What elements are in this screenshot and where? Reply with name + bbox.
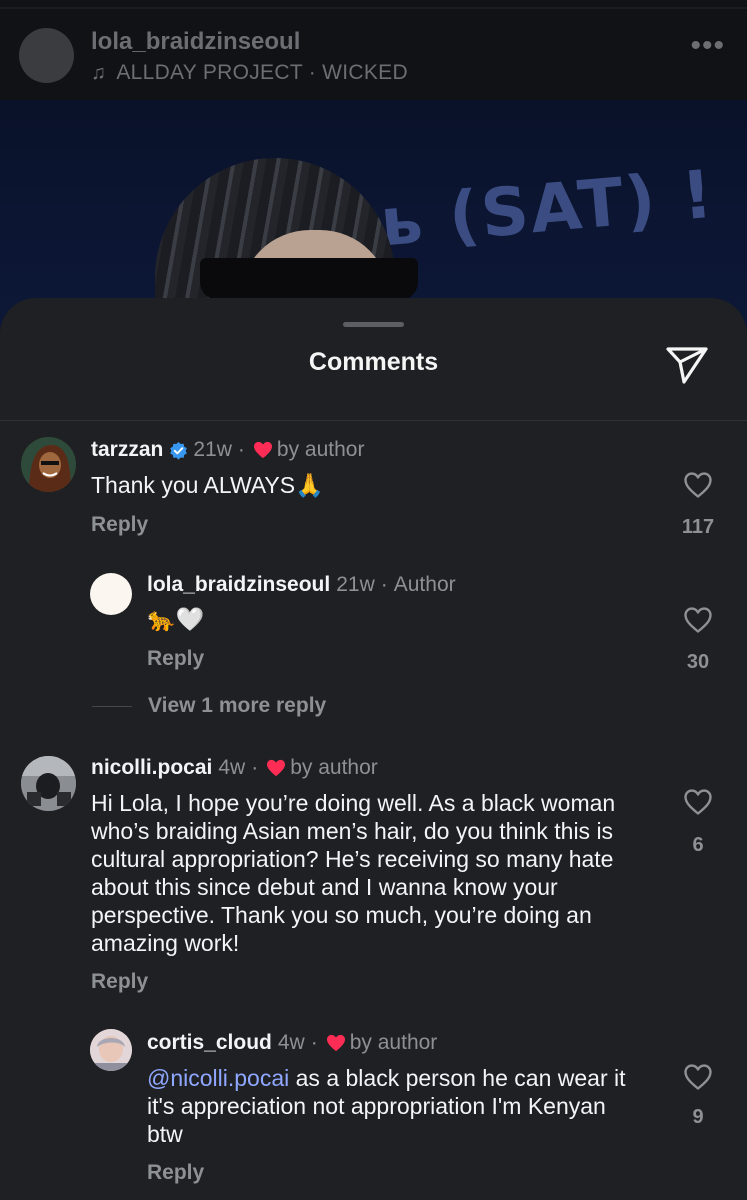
meta-separator: · <box>310 1031 318 1054</box>
post-music-text: ALLDAY PROJECT · WICKED <box>116 61 408 84</box>
post-image-overlay-text: ь (SAT) ! <box>377 155 718 262</box>
avatar-photo <box>90 1029 132 1071</box>
app-root: lola_braidzinseoul ♫ ALLDAY PROJECT · WI… <box>0 0 747 1200</box>
reply-meta: cortis_cloud 4w · by author <box>147 1031 437 1055</box>
post-author-avatar[interactable] <box>19 28 74 83</box>
heart-outline-icon[interactable] <box>683 1063 713 1091</box>
reply-text-container: @nicolli.pocai as a black person he can … <box>147 1064 647 1148</box>
reply-button[interactable]: Reply <box>147 1161 204 1185</box>
reply-username[interactable]: cortis_cloud <box>147 1031 272 1055</box>
music-note-icon: ♫ <box>91 61 107 84</box>
reply-time: 4w <box>277 1031 305 1054</box>
status-divider <box>0 7 747 9</box>
post-author-username[interactable]: lola_braidzinseoul <box>91 28 300 56</box>
avatar[interactable] <box>90 1029 132 1071</box>
comments-sheet: Comments tarzzan 21w · by author Thank y… <box>0 298 747 1200</box>
liked-by-author-label: by author <box>349 1031 438 1054</box>
more-horizontal-icon[interactable]: ••• <box>690 31 725 61</box>
post-image-sunglasses <box>200 258 418 300</box>
like-count: 9 <box>692 1106 704 1128</box>
reply-cortis-cloud: cortis_cloud 4w · by author @nicolli.poc… <box>0 298 747 1198</box>
post-image: ь (SAT) ! <box>0 100 747 330</box>
mention-link[interactable]: @nicolli.pocai <box>147 1065 289 1091</box>
post-music-label[interactable]: ♫ ALLDAY PROJECT · WICKED <box>91 61 408 85</box>
heart-filled-icon <box>326 1034 345 1052</box>
post-header: lola_braidzinseoul ♫ ALLDAY PROJECT · WI… <box>0 0 747 100</box>
